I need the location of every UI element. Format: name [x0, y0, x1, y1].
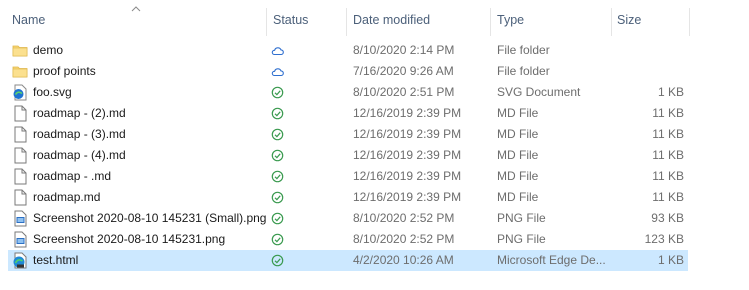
document-icon [12, 126, 28, 143]
synced-check-icon [271, 170, 284, 183]
file-date-modified: 7/16/2020 9:26 AM [353, 64, 454, 78]
file-type: MD File [497, 148, 539, 162]
synced-check-icon [271, 212, 284, 225]
file-type: File folder [497, 43, 550, 57]
file-row[interactable]: roadmap - (4).md 12/16/2019 2:39 PM MD Fil… [8, 145, 688, 166]
file-date-modified: 12/16/2019 2:39 PM [353, 169, 462, 183]
file-size: 11 KB [652, 169, 684, 183]
file-row[interactable]: foo.svg 8/10/2020 2:51 PM SVG Document 1 KB [8, 82, 688, 103]
svg-file-icon [12, 84, 28, 101]
file-date-modified: 12/16/2019 2:39 PM [353, 127, 462, 141]
file-size: 1 KB [657, 85, 684, 99]
file-row[interactable]: Screenshot 2020-08-10 145231 (Small).png… [8, 208, 688, 229]
file-name: Screenshot 2020-08-10 145231 (Small).png [33, 211, 267, 225]
file-name: roadmap - (2).md [33, 106, 126, 120]
file-date-modified: 8/10/2020 2:52 PM [353, 211, 455, 225]
file-name: test.html [33, 253, 79, 267]
column-header-date-modified[interactable]: Date modified [353, 0, 430, 40]
file-row[interactable]: test.html 4/2/2020 10:26 AM Microsoft Edge… [8, 250, 688, 271]
file-date-modified: 12/16/2019 2:39 PM [353, 106, 462, 120]
file-type: Microsoft Edge De... [497, 253, 606, 267]
file-size: 123 KB [644, 232, 684, 246]
column-header-type[interactable]: Type [497, 0, 524, 40]
file-date-modified: 8/10/2020 2:52 PM [353, 232, 455, 246]
file-name: Screenshot 2020-08-10 145231.png [33, 232, 226, 246]
file-name: proof points [33, 64, 96, 78]
sort-ascending-icon [131, 6, 141, 12]
synced-check-icon [271, 107, 284, 120]
file-row[interactable]: roadmap - (3).md 12/16/2019 2:39 PM MD Fil… [8, 124, 688, 145]
column-header-size[interactable]: Size [617, 0, 641, 40]
document-icon [12, 168, 28, 185]
file-row[interactable]: roadmap - (2).md 12/16/2019 2:39 PM MD Fil… [8, 103, 688, 124]
column-divider[interactable] [346, 8, 347, 36]
file-name: roadmap - (3).md [33, 127, 126, 141]
synced-check-icon [271, 86, 284, 99]
file-type: MD File [497, 106, 539, 120]
column-header-name[interactable]: Name [12, 0, 45, 40]
column-divider[interactable] [611, 8, 612, 36]
file-row[interactable]: roadmap - .md 12/16/2019 2:39 PM MD File 11… [8, 166, 688, 187]
document-icon [12, 189, 28, 206]
file-date-modified: 12/16/2019 2:39 PM [353, 148, 462, 162]
file-name: foo.svg [33, 85, 72, 99]
column-header-status[interactable]: Status [273, 0, 308, 40]
edge-html-icon [12, 252, 28, 269]
file-size: 11 KB [652, 190, 684, 204]
synced-check-icon [271, 128, 284, 141]
cloud-icon [271, 65, 284, 78]
file-type: PNG File [497, 211, 546, 225]
file-type: SVG Document [497, 85, 581, 99]
file-size: 11 KB [652, 148, 684, 162]
synced-check-icon [271, 149, 284, 162]
file-name: roadmap - .md [33, 169, 112, 183]
file-date-modified: 8/10/2020 2:14 PM [353, 43, 455, 57]
file-name: roadmap - (4).md [33, 148, 126, 162]
column-divider[interactable] [266, 8, 267, 36]
synced-check-icon [271, 233, 284, 246]
file-size: 1 KB [657, 253, 684, 267]
file-type: PNG File [497, 232, 546, 246]
image-file-icon [12, 210, 28, 227]
file-type: File folder [497, 64, 550, 78]
file-size: 93 KB [651, 211, 684, 225]
file-name: demo [33, 43, 64, 57]
synced-check-icon [271, 191, 284, 204]
synced-check-icon [271, 254, 284, 267]
file-row[interactable]: demo 8/10/2020 2:14 PM File folder [8, 40, 688, 61]
file-size: 11 KB [652, 127, 684, 141]
cloud-icon [271, 44, 284, 57]
file-row[interactable]: Screenshot 2020-08-10 145231.png 8/10/202… [8, 229, 688, 250]
file-date-modified: 4/2/2020 10:26 AM [353, 253, 454, 267]
file-type: MD File [497, 190, 539, 204]
document-icon [12, 147, 28, 164]
folder-icon [12, 42, 28, 59]
file-date-modified: 12/16/2019 2:39 PM [353, 190, 462, 204]
file-row[interactable]: proof points 7/16/2020 9:26 AM File folder [8, 61, 688, 82]
file-name: roadmap.md [33, 190, 101, 204]
image-file-icon [12, 231, 28, 248]
folder-icon [12, 63, 28, 80]
file-type: MD File [497, 169, 539, 183]
column-header-bar: Name Status Date modified Type Size [0, 0, 749, 40]
column-divider[interactable] [490, 8, 491, 36]
document-icon [12, 105, 28, 122]
file-type: MD File [497, 127, 539, 141]
column-divider[interactable] [689, 8, 690, 36]
file-size: 11 KB [652, 106, 684, 120]
file-row[interactable]: roadmap.md 12/16/2019 2:39 PM MD File 11 KB [8, 187, 688, 208]
file-date-modified: 8/10/2020 2:51 PM [353, 85, 455, 99]
